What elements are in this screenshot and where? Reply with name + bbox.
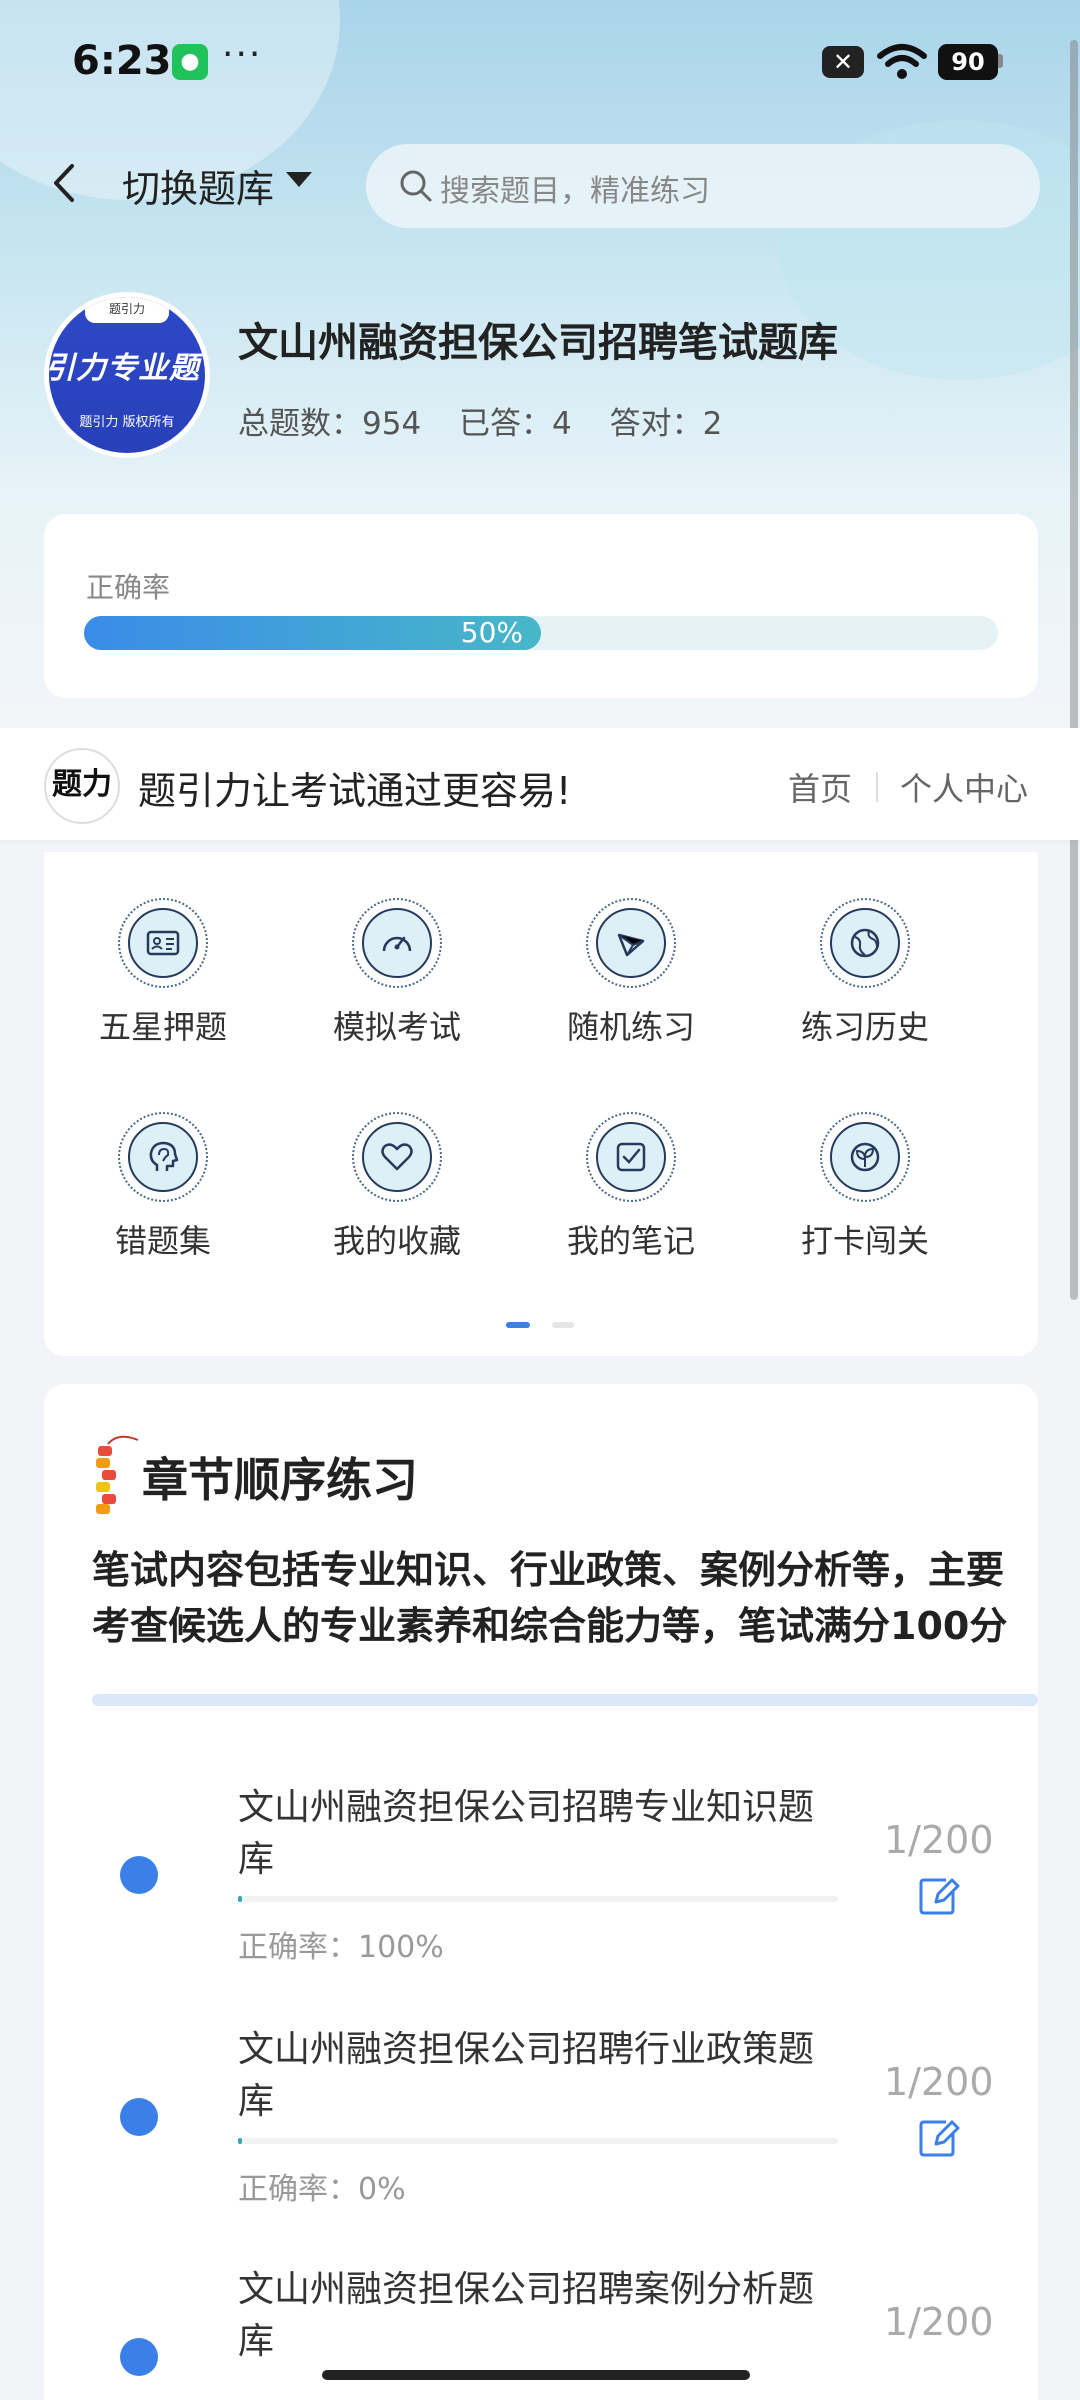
personal-center-link[interactable]: 个人中心 [900, 764, 1028, 810]
grid-item-wrong-questions[interactable]: 错题集 [58, 1066, 268, 1260]
edit-icon[interactable] [916, 1874, 960, 1918]
grid-item-favorites[interactable]: 我的收藏 [292, 1066, 502, 1260]
wechat-icon: ● [172, 44, 208, 80]
chapter-accuracy: 正确率：100% [238, 1930, 444, 1965]
grid-item-label: 错题集 [114, 1222, 211, 1260]
brand-slogan: 题引力让考试通过更容易! [138, 769, 572, 813]
pager-dot[interactable] [552, 1322, 574, 1328]
bullet-dot [120, 2338, 158, 2376]
icon-ring [586, 898, 676, 988]
switch-bank-button[interactable]: 切换题库 [122, 158, 274, 213]
icon-ring [586, 1112, 676, 1202]
clock: 6:23 [72, 38, 172, 84]
wifi-icon [877, 44, 927, 79]
grid-item-mock-exam[interactable]: 模拟考试 [292, 852, 502, 1046]
chapter-progress-fill [238, 1896, 242, 1902]
grid-item-my-notes[interactable]: 我的笔记 [526, 1066, 736, 1260]
more-notifications-icon: ··· [222, 34, 263, 75]
grid-item-label: 随机练习 [566, 1008, 695, 1046]
grid-item-five-star[interactable]: 五星押题 [58, 852, 268, 1046]
search-placeholder: 搜索题目，精准练习 [440, 174, 710, 209]
note-check-icon [616, 1142, 646, 1172]
grid-item-check-in[interactable]: 打卡闯关 [760, 1066, 970, 1260]
caret-down-icon[interactable] [286, 172, 312, 187]
chapter-progress-bar [238, 2138, 838, 2144]
edit-icon[interactable] [916, 2116, 960, 2160]
bank-stats: 总题数：954 已答：4 答对：2 [238, 398, 750, 443]
chapter-progress-bar [238, 1896, 838, 1902]
grid-item-label: 打卡闯关 [800, 1222, 929, 1260]
grid-item-random-practice[interactable]: 随机练习 [526, 852, 736, 1046]
grid-item-label: 练习历史 [800, 1008, 929, 1046]
home-link[interactable]: 首页 [788, 764, 852, 810]
icon-ring [352, 898, 442, 988]
no-sim-icon: ✕ [822, 46, 864, 78]
scrollbar[interactable] [1070, 40, 1078, 1300]
logo-main-text: 引力专业题 [49, 351, 200, 386]
icon-ring [118, 1112, 208, 1202]
grid-item-label: 我的收藏 [332, 1222, 461, 1260]
divider [876, 772, 878, 802]
back-arrow-icon[interactable] [46, 158, 82, 208]
chapter-progress-fill [238, 2138, 242, 2144]
chapter-item-name: 文山州融资担保公司招聘专业知识题库 [238, 1787, 815, 1880]
accuracy-progress-fill: 50% [84, 616, 541, 650]
brand-strip: 题力 题引力让考试通过更容易! 首页 个人中心 [0, 728, 1080, 840]
home-indicator[interactable] [322, 2370, 750, 2380]
chapter-count: 1/200 [884, 2060, 994, 2104]
bullet-dot [120, 1856, 158, 1894]
gauge-icon [382, 936, 412, 952]
list-item[interactable]: 文山州融资担保公司招聘专业知识题库 正确率：100% 1/200 [44, 1782, 1038, 2012]
logo-top-label: 题引力 [85, 297, 169, 323]
bank-title: 文山州融资担保公司招聘笔试题库 [238, 320, 838, 366]
total-count: 总题数：954 [238, 406, 422, 442]
heart-icon [381, 1143, 413, 1171]
icon-ring [118, 898, 208, 988]
icon-ring [820, 898, 910, 988]
bullet-dot [120, 2098, 158, 2136]
brain-head-icon [149, 1141, 179, 1171]
answered-count: 已答：4 [459, 406, 572, 442]
firecracker-icon [96, 1435, 139, 1514]
logo-sub-text: 题引力 版权所有 [79, 415, 175, 430]
accuracy-card: 正确率 50% [44, 514, 1038, 698]
brand-logo: 题力 [44, 748, 120, 824]
search-icon [400, 170, 432, 202]
battery-icon: 90 [938, 44, 998, 80]
grid-item-label: 模拟考试 [332, 1008, 461, 1046]
accuracy-progress-bar: 50% [84, 616, 998, 650]
globe-icon [850, 928, 880, 958]
chapter-description: 笔试内容包括专业知识、行业政策、案例分析等，主要考查候选人的专业素养和综合能力等… [92, 1548, 1008, 1648]
chapter-practice-card: 章节顺序练习 笔试内容包括专业知识、行业政策、案例分析等，主要考查候选人的专业素… [44, 1384, 1038, 2400]
description-highlight [92, 1694, 1038, 1706]
battery-tip [998, 54, 1003, 68]
id-card-icon [146, 930, 180, 956]
pager-dot-active[interactable] [506, 1322, 530, 1328]
chapter-accuracy: 正确率：0% [238, 2172, 406, 2207]
icon-ring [352, 1112, 442, 1202]
shuffle-icon [617, 933, 645, 957]
status-bar: 6:23 ● ··· ✕ 90 [0, 30, 1080, 94]
list-item[interactable]: 文山州融资担保公司招聘行业政策题库 正确率：0% 1/200 [44, 2024, 1038, 2254]
chapter-item-name: 文山州融资担保公司招聘行业政策题库 [238, 2029, 815, 2122]
bank-logo: 题引力 引力专业题 题引力 版权所有 [44, 292, 210, 458]
chapter-title: 章节顺序练习 [142, 1453, 418, 1507]
chapter-item-name: 文山州融资担保公司招聘案例分析题库 [238, 2269, 815, 2362]
grid-item-label: 五星押题 [98, 1008, 227, 1046]
feature-grid: 五星押题 模拟考试 随机练习 练习历史 错题集 我的收藏 我的笔记 打卡闯关 [44, 852, 1038, 1356]
grid-item-label: 我的笔记 [566, 1222, 695, 1260]
chapter-count: 1/200 [884, 2300, 994, 2344]
icon-ring [820, 1112, 910, 1202]
search-input[interactable]: 搜索题目，精准练习 [366, 144, 1040, 228]
chapter-count: 1/200 [884, 1818, 994, 1862]
accuracy-label: 正确率 [86, 571, 171, 604]
sprout-icon [850, 1142, 880, 1172]
accuracy-value: 50% [460, 616, 523, 649]
grid-item-practice-history[interactable]: 练习历史 [760, 852, 970, 1046]
correct-count: 答对：2 [609, 406, 723, 442]
